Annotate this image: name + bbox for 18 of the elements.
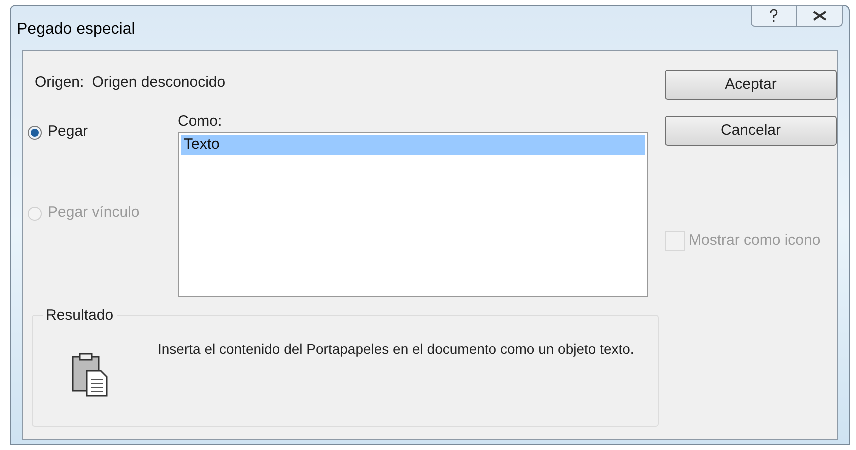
list-item[interactable]: Texto xyxy=(181,134,645,154)
close-icon xyxy=(812,11,826,21)
close-button[interactable] xyxy=(797,5,843,27)
as-label: Como: xyxy=(178,112,224,132)
dialog-button[interactable]: Aceptar xyxy=(665,70,837,100)
window-title: Pegado especial xyxy=(17,20,136,40)
checkbox-label: Mostrar como icono xyxy=(689,231,821,251)
result-title: Resultado xyxy=(45,306,115,326)
source-label: Origen: xyxy=(35,73,84,93)
source-value: Origen desconocido xyxy=(92,73,226,93)
result-description: Inserta el contenido del Portapapeles en el documento como un objeto texto. xyxy=(158,340,636,359)
help-icon xyxy=(769,9,779,23)
help-button[interactable] xyxy=(751,5,797,27)
dialog-button[interactable]: Cancelar xyxy=(665,116,837,146)
radio-label: Pegar xyxy=(48,122,88,142)
format-list[interactable]: Texto xyxy=(178,132,648,296)
radio-label: Pegar vínculo xyxy=(48,203,140,224)
radio-button[interactable] xyxy=(28,126,42,140)
